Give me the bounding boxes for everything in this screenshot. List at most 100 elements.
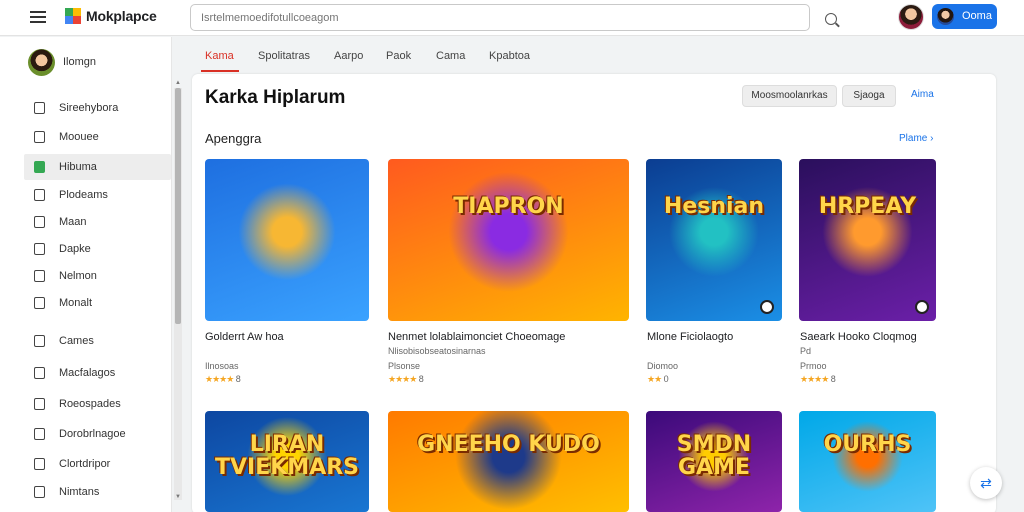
sidebar-item-label: Monalt	[59, 297, 93, 309]
card-subtitle: Plsonse	[388, 361, 421, 371]
account-label: Ooma	[962, 10, 992, 22]
floating-action-icon[interactable]: ⇄	[970, 467, 1002, 499]
sidebar-item[interactable]: Plodeams	[24, 182, 171, 208]
sidebar-item-label: Maan	[59, 216, 87, 228]
game-card-image[interactable]: OURHS	[799, 411, 936, 512]
card-title[interactable]: Mlone Ficiolaogto	[647, 331, 733, 343]
sidebar-item[interactable]: Moouee	[24, 124, 171, 150]
rating-value: 8	[235, 374, 241, 384]
square-icon	[34, 216, 45, 228]
game-card-image[interactable]: GNEEHO KUDO	[388, 411, 629, 512]
game-card-image[interactable]: LIRAN TVIEKMARS	[205, 411, 369, 512]
filter-button[interactable]: Moosmoolanrkas	[742, 85, 837, 107]
sidebar-item-label: Plodeams	[59, 189, 108, 201]
list-icon	[34, 270, 45, 282]
logo-icon	[65, 8, 81, 24]
home-icon	[34, 102, 45, 114]
profile-name: Ilomgn	[63, 56, 97, 68]
card-rating: ★★★★ 8	[205, 374, 241, 385]
app-title: Mokplapce	[86, 8, 157, 24]
sidebar-item-label: Roeospades	[59, 398, 121, 410]
sidebar-item[interactable]: Maan	[24, 209, 171, 235]
tab-spolitatras[interactable]: Spolitatras	[258, 50, 310, 62]
sidebar-item[interactable]: Hibuma	[24, 154, 171, 180]
doc-icon	[34, 367, 45, 379]
game-card-image[interactable]: Hesnian	[646, 159, 782, 321]
card-rating: ★★★★ 8	[800, 374, 836, 385]
game-card-image[interactable]: TIAPRON	[388, 159, 629, 321]
scrollbar-thumb[interactable]	[175, 88, 181, 324]
tab-paok[interactable]: Paok	[386, 50, 411, 62]
game-art-title: HRPEAY	[818, 193, 917, 219]
sidebar-item[interactable]: Monalt	[24, 290, 171, 316]
account-avatar	[937, 8, 954, 25]
tab-aarpo[interactable]: Aarpo	[334, 50, 363, 62]
sidebar-item[interactable]: Roeospades	[24, 391, 171, 417]
rating-value: 0	[663, 374, 669, 384]
sidebar-item-label: Nelmon	[59, 270, 97, 282]
sidebar-item[interactable]: Sireehybora	[24, 95, 171, 121]
avatar[interactable]	[898, 4, 924, 30]
section-title: Apenggra	[205, 131, 262, 146]
search-bar[interactable]	[190, 4, 837, 31]
tab-kama[interactable]: Kama	[205, 50, 234, 62]
scroll-up-icon[interactable]: ▲	[175, 80, 181, 86]
game-art-title: SMDN GAME	[676, 432, 752, 481]
sidebar-item-label: Moouee	[59, 131, 99, 143]
tab-cama[interactable]: Cama	[436, 50, 465, 62]
bookmark-icon	[34, 486, 45, 498]
search-icon[interactable]	[825, 13, 837, 25]
pen-icon	[34, 297, 45, 309]
profile-avatar[interactable]	[28, 49, 55, 76]
card-rating: ★★ 0	[647, 374, 669, 385]
game-art-title: GNEEHO KUDO	[417, 432, 600, 458]
star-icon: ★★★★	[205, 374, 234, 384]
active-tab-indicator	[201, 70, 239, 72]
card-title[interactable]: Golderrt Aw hoa	[205, 331, 284, 343]
sidebar-item-label: Clortdripor	[59, 458, 111, 470]
game-art-title: Hesnian	[663, 193, 765, 219]
card-subtitle: Pd	[800, 346, 812, 356]
star-icon: ★★	[647, 374, 662, 384]
more-link[interactable]: Aima	[911, 89, 934, 100]
star-icon: ★★★★	[800, 374, 829, 384]
rating-value: 8	[830, 374, 836, 384]
sort-button[interactable]: Sjaoga	[842, 85, 896, 107]
card-subtitle: Ilnosoas	[205, 361, 239, 371]
account-button[interactable]: Ooma	[932, 4, 997, 29]
green-store-icon	[34, 161, 45, 173]
star-icon: ★★★★	[388, 374, 417, 384]
menu-icon[interactable]	[30, 11, 46, 23]
scroll-down-icon[interactable]: ▼	[175, 494, 181, 500]
sidebar-item[interactable]: Macfalagos	[24, 360, 171, 386]
rating-value: 8	[418, 374, 424, 384]
card-title[interactable]: Nenmet lolablaimonciet Choeomage	[388, 331, 565, 343]
sidebar-item-label: Sireehybora	[59, 102, 119, 114]
sidebar-item-label: Cames	[59, 335, 94, 347]
house-icon	[34, 243, 45, 255]
tab-kpabtoa[interactable]: Kpabtoa	[489, 50, 530, 62]
card-rating: ★★★★ 8	[388, 374, 424, 385]
sidebar-item[interactable]: Clortdripor	[24, 451, 171, 477]
see-more-link[interactable]: Plame ›	[899, 133, 933, 144]
calendar-icon	[34, 458, 45, 470]
card-subtitle: Prmoo	[800, 361, 827, 371]
sidebar-item[interactable]: Dorobrlnagoe	[24, 421, 171, 447]
game-card-image[interactable]: SMDN GAME	[646, 411, 782, 512]
page-title: Karka Hiplarum	[205, 87, 346, 108]
game-card-image[interactable]	[205, 159, 369, 321]
game-art-title: LIRAN TVIEKMARS	[215, 432, 359, 481]
card-subtitle: Diomoo	[647, 361, 679, 371]
sidebar-item[interactable]: Nimtans	[24, 479, 171, 505]
card-title[interactable]: Saeark Hooko Cloqmog	[800, 331, 917, 343]
game-card-image[interactable]: HRPEAY	[799, 159, 936, 321]
box-icon	[34, 398, 45, 410]
sidebar-item[interactable]: Dapke	[24, 236, 171, 262]
sidebar-item[interactable]: Nelmon	[24, 263, 171, 289]
sidebar-item-label: Dorobrlnagoe	[59, 428, 126, 440]
sidebar-item[interactable]: Cames	[24, 328, 171, 354]
search-input[interactable]	[201, 10, 761, 26]
sidebar-item-label: Macfalagos	[59, 367, 116, 379]
play-badge-icon	[915, 300, 929, 314]
arrow-box-icon	[34, 131, 45, 143]
